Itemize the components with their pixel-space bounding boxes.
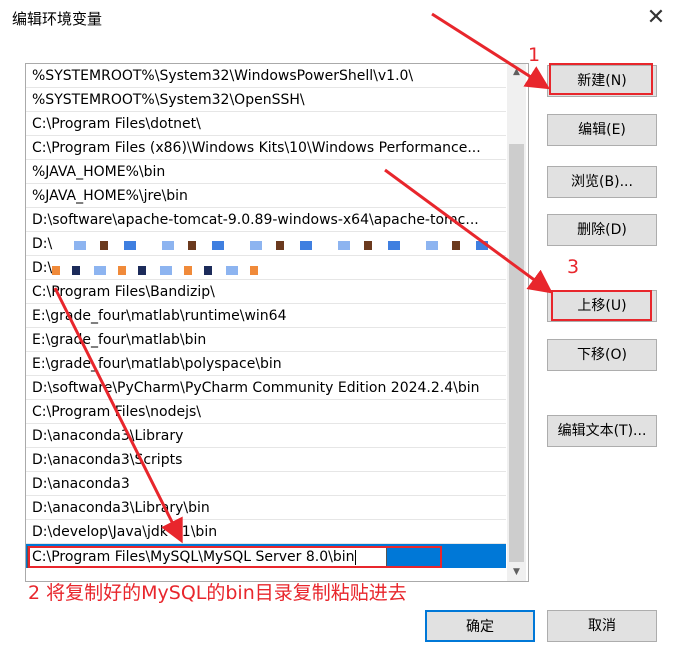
- scroll-thumb[interactable]: [509, 144, 524, 562]
- annotation-step-3: 3: [567, 256, 580, 278]
- edit-text-button[interactable]: 编辑文本(T)...: [547, 415, 657, 447]
- ok-button[interactable]: 确定: [425, 610, 535, 642]
- path-row[interactable]: D:\software\PyCharm\PyCharm Community Ed…: [26, 376, 506, 400]
- browse-button[interactable]: 浏览(B)...: [547, 166, 657, 198]
- redaction-mosaic: [52, 266, 262, 275]
- scroll-down-arrow-icon[interactable]: ▼: [507, 564, 526, 581]
- path-row[interactable]: E:\grade_four\matlab\runtime\win64: [26, 304, 506, 328]
- path-edit-value: C:\Program Files\MySQL\MySQL Server 8.0\…: [32, 549, 355, 565]
- delete-button[interactable]: 删除(D): [547, 214, 657, 246]
- path-row[interactable]: %SYSTEMROOT%\System32\OpenSSH\: [26, 88, 506, 112]
- edit-button[interactable]: 编辑(E): [547, 114, 657, 146]
- new-button[interactable]: 新建(N): [547, 65, 657, 97]
- close-icon[interactable]: ✕: [640, 2, 672, 34]
- path-row[interactable]: D:\anaconda3: [26, 472, 506, 496]
- path-row[interactable]: D:\anaconda3\Scripts: [26, 448, 506, 472]
- path-row[interactable]: C:\Program Files\nodejs\: [26, 400, 506, 424]
- annotation-step-1: 1: [528, 44, 541, 66]
- path-row[interactable]: C:\Program Files\Bandizip\: [26, 280, 506, 304]
- path-row[interactable]: E:\grade_four\matlab\polyspace\bin: [26, 352, 506, 376]
- scroll-up-arrow-icon[interactable]: ▲: [507, 64, 526, 81]
- path-row[interactable]: D:\anaconda3\Library: [26, 424, 506, 448]
- move-down-button[interactable]: 下移(O): [547, 339, 657, 371]
- dialog-title: 编辑环境变量: [12, 10, 103, 28]
- path-row[interactable]: D:\develop\Java\jdk-21\bin: [26, 520, 506, 544]
- path-row[interactable]: E:\grade_four\matlab\bin: [26, 328, 506, 352]
- path-row[interactable]: D:\anaconda3\Library\bin: [26, 496, 506, 520]
- path-row[interactable]: %SYSTEMROOT%\System32\WindowsPowerShell\…: [26, 64, 506, 88]
- text-caret: [355, 549, 357, 565]
- path-listbox[interactable]: %SYSTEMROOT%\System32\WindowsPowerShell\…: [25, 63, 529, 582]
- annotation-step-2: 2 将复制好的MySQL的bin目录复制粘贴进去: [28, 582, 407, 604]
- move-up-button[interactable]: 上移(U): [547, 290, 657, 322]
- cancel-button[interactable]: 取消: [547, 610, 657, 642]
- vertical-scrollbar[interactable]: ▲ ▼: [507, 64, 526, 581]
- path-row[interactable]: C:\Program Files\dotnet\: [26, 112, 506, 136]
- path-row[interactable]: %JAVA_HOME%\bin: [26, 160, 506, 184]
- path-row[interactable]: D:\software\apache-tomcat-9.0.89-windows…: [26, 208, 506, 232]
- path-row[interactable]: C:\Program Files (x86)\Windows Kits\10\W…: [26, 136, 506, 160]
- redaction-mosaic: [64, 241, 504, 250]
- path-edit-field[interactable]: C:\Program Files\MySQL\MySQL Server 8.0\…: [27, 546, 387, 568]
- path-row[interactable]: %JAVA_HOME%\jre\bin: [26, 184, 506, 208]
